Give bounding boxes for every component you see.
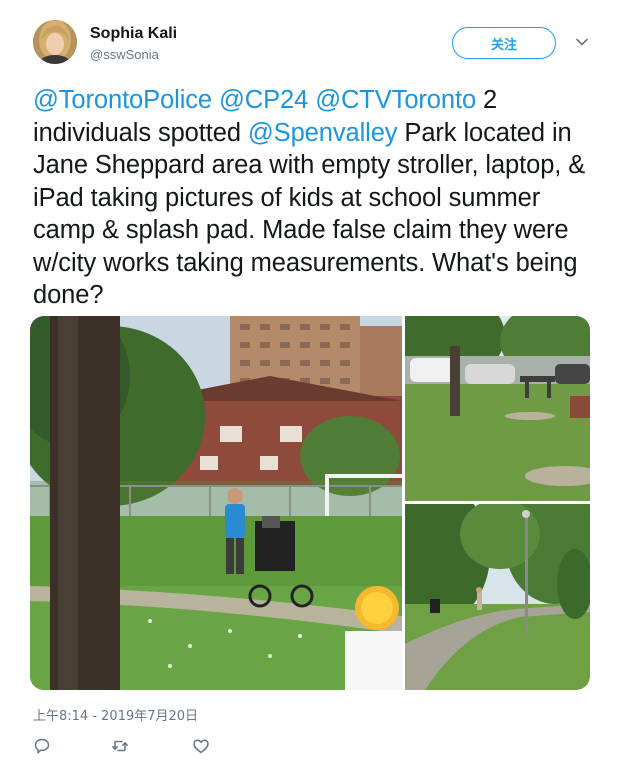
tweet-timestamp[interactable]: 上午8:14 - 2019年7月20日: [33, 705, 198, 724]
mention-link[interactable]: @CTVToronto: [315, 86, 476, 114]
park-stroller-photo[interactable]: [30, 316, 402, 690]
mention-link[interactable]: @Spenvalley: [248, 119, 398, 147]
mention-link[interactable]: @CP24: [219, 86, 308, 114]
avatar-image: [33, 20, 77, 64]
park-path-photo[interactable]: [405, 504, 590, 690]
media-grid: [30, 316, 590, 690]
like-icon[interactable]: [192, 737, 210, 755]
chevron-down-icon[interactable]: [574, 34, 590, 50]
reply-icon[interactable]: [33, 737, 51, 755]
retweet-icon[interactable]: [111, 737, 129, 755]
park-cars-photo[interactable]: [405, 316, 590, 501]
author-handle[interactable]: @sswSonia: [90, 47, 159, 62]
avatar[interactable]: [33, 20, 77, 64]
mention-link[interactable]: @TorontoPolice: [33, 86, 212, 114]
follow-button[interactable]: 关注: [452, 27, 556, 59]
author-name[interactable]: Sophia Kali: [90, 25, 177, 43]
tweet-text-segment: Park located in Jane Sheppard area with …: [33, 118, 586, 310]
tweet-card: Sophia Kali @sswSonia 关注 @TorontoPolice …: [0, 0, 625, 766]
tweet-text: @TorontoPolice @CP24 @CTVToronto 2 indiv…: [33, 84, 598, 312]
